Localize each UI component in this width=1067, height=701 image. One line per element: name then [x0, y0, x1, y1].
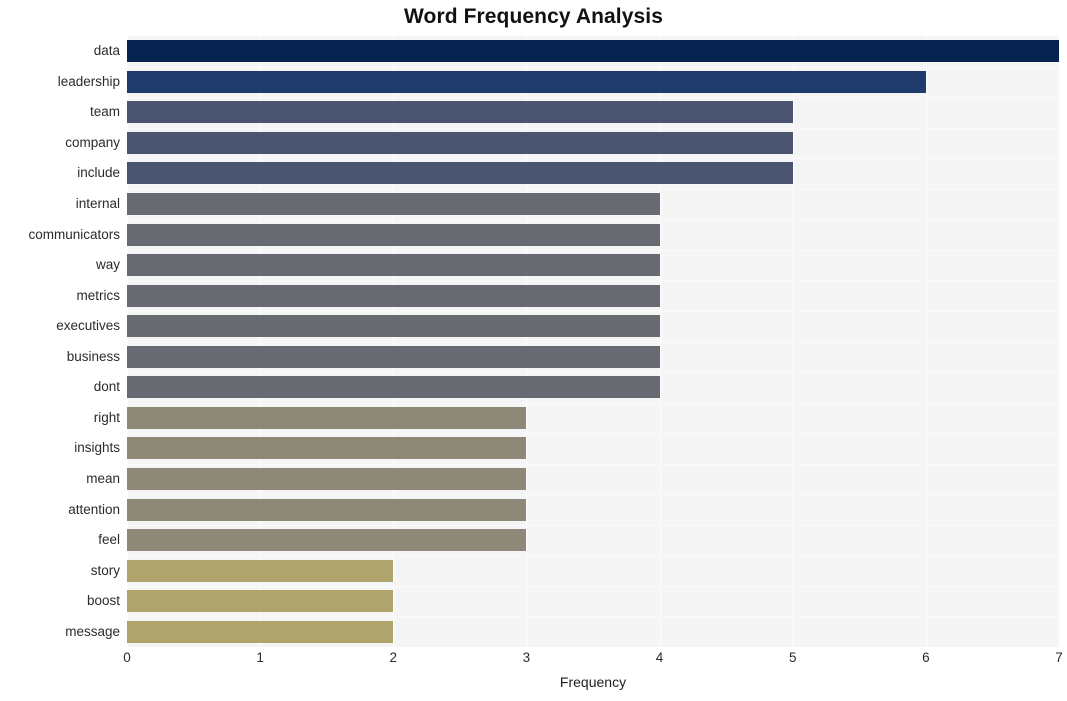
bar-mean: [127, 467, 527, 490]
bar-leadership: [127, 70, 926, 93]
y-tick-label-way: way: [95, 257, 120, 273]
bar-row: [127, 36, 1059, 67]
bar-row: [127, 67, 1059, 98]
bar-row: [127, 189, 1059, 220]
bar-dont: [127, 376, 660, 399]
bar-message: [127, 620, 394, 643]
bar-row: [127, 158, 1059, 189]
bar-executives: [127, 315, 660, 338]
x-tick-label-2: 2: [389, 650, 398, 665]
bar-row: [127, 586, 1059, 617]
y-tick-label-metrics: metrics: [76, 287, 121, 303]
y-tick-label-internal: internal: [75, 196, 120, 212]
y-tick-label-executives: executives: [56, 318, 120, 334]
bar-include: [127, 162, 793, 185]
y-tick-label-feel: feel: [98, 532, 120, 548]
bar-row: [127, 464, 1059, 495]
bar-boost: [127, 590, 394, 613]
bar-row: [127, 97, 1059, 128]
bar-data: [127, 40, 1059, 63]
y-tick-label-boost: boost: [86, 593, 120, 609]
bar-right: [127, 406, 527, 429]
y-tick-label-company: company: [65, 134, 120, 150]
bar-company: [127, 131, 793, 154]
bar-attention: [127, 498, 527, 521]
bar-row: [127, 403, 1059, 434]
y-tick-label-communicators: communicators: [28, 226, 120, 242]
bar-row: [127, 342, 1059, 373]
y-tick-label-include: include: [77, 165, 120, 181]
bar-communicators: [127, 223, 660, 246]
y-tick-label-team: team: [89, 104, 120, 120]
x-tick-label-3: 3: [522, 650, 531, 665]
bar-row: [127, 311, 1059, 342]
y-tick-label-insights: insights: [74, 440, 120, 456]
plot-area: [127, 36, 1060, 647]
bar-internal: [127, 193, 660, 216]
bar-row: [127, 128, 1059, 159]
bar-team: [127, 101, 793, 124]
y-tick-label-message: message: [65, 623, 120, 639]
bar-story: [127, 559, 394, 582]
y-tick-label-attention: attention: [68, 501, 120, 517]
bar-row: [127, 219, 1059, 250]
x-tick-label-5: 5: [788, 650, 797, 665]
chart-title: Word Frequency Analysis: [403, 5, 664, 28]
bar-feel: [127, 529, 527, 552]
y-tick-label-story: story: [90, 562, 120, 578]
y-tick-label-dont: dont: [93, 379, 120, 395]
x-tick-label-1: 1: [256, 650, 264, 665]
bar-row: [127, 555, 1059, 586]
bar-row: [127, 280, 1059, 311]
x-tick-label-0: 0: [123, 650, 131, 665]
bar-metrics: [127, 284, 660, 307]
bar-row: [127, 250, 1059, 281]
bar-business: [127, 345, 660, 368]
bar-row: [127, 525, 1059, 556]
x-tick-label-4: 4: [655, 650, 664, 665]
bar-way: [127, 254, 660, 277]
bar-row: [127, 494, 1059, 525]
bar-row: [127, 616, 1059, 647]
y-tick-label-business: business: [66, 348, 120, 364]
x-tick-label-7: 7: [1055, 650, 1063, 665]
y-axis-tick-labels: data leadership team company include internal…: [0, 36, 120, 647]
y-tick-label-mean: mean: [86, 470, 120, 486]
bar-row: [127, 433, 1059, 464]
x-tick-label-6: 6: [922, 650, 930, 665]
x-axis-label: Frequency: [559, 674, 627, 690]
x-axis-tick-labels: 0 1 2 3 4 5 6 7: [123, 650, 1063, 672]
gridline-x-7: [1059, 36, 1060, 647]
y-tick-label-right: right: [93, 409, 120, 425]
y-tick-label-leadership: leadership: [57, 73, 120, 89]
chart-figure: Word Frequency Analysis data leadership te…: [0, 0, 1067, 701]
bar-row: [127, 372, 1059, 403]
y-tick-label-data: data: [93, 43, 120, 59]
bar-insights: [127, 437, 527, 460]
